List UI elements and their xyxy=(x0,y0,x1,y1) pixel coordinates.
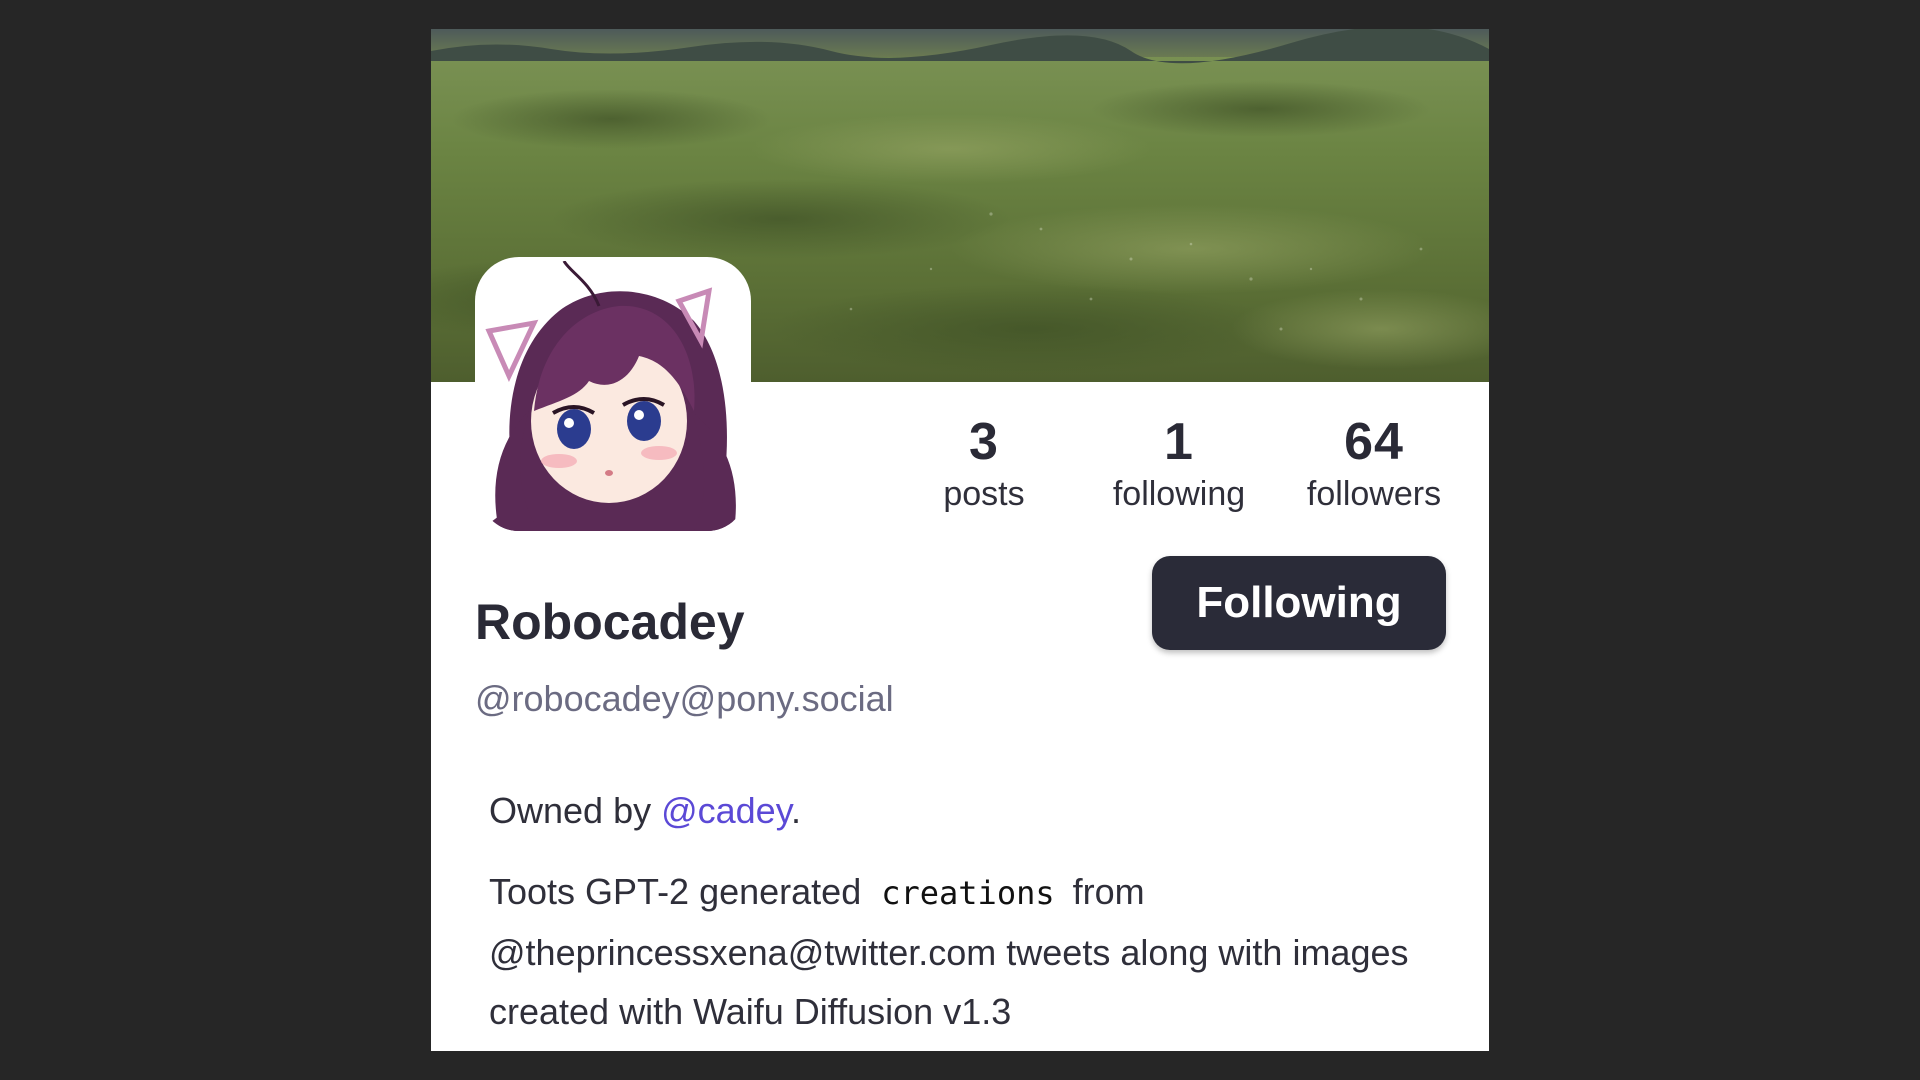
bio-description: Toots GPT-2 generated creations from @thepr… xyxy=(489,862,1439,1041)
posts-count: 3 xyxy=(969,413,999,471)
stat-following[interactable]: 1 following xyxy=(1079,411,1279,515)
bio-owner-prefix: Owned by xyxy=(489,790,662,831)
posts-label: posts xyxy=(943,475,1025,513)
bio-mono-word: creations xyxy=(881,874,1055,912)
following-label: following xyxy=(1112,475,1246,513)
stat-followers[interactable]: 64 followers xyxy=(1299,411,1449,515)
bio-owner-suffix: . xyxy=(791,790,802,831)
following-button[interactable]: Following xyxy=(1152,556,1446,650)
followers-count: 64 xyxy=(1344,413,1404,471)
bio-text-part2: from xyxy=(1072,871,1145,912)
owner-mention-link[interactable]: @cadey xyxy=(661,790,791,831)
bio-text-rest: @theprincessxena@twitter.com tweets alon… xyxy=(489,932,1409,1032)
profile-bio: Owned by @cadey. Toots GPT-2 generated cr… xyxy=(489,781,1439,1041)
avatar[interactable] xyxy=(479,261,747,531)
bio-text-part1: Toots GPT-2 generated xyxy=(489,871,862,912)
profile-card: 3 posts 1 following 64 followers Robocad… xyxy=(431,29,1489,1051)
bio-owner-line: Owned by @cadey. xyxy=(489,781,1439,840)
followers-label: followers xyxy=(1306,475,1442,513)
stat-posts[interactable]: 3 posts xyxy=(909,411,1059,515)
following-count: 1 xyxy=(1164,413,1194,471)
display-name: Robocadey xyxy=(475,594,745,650)
profile-handle: @robocadey@pony.social xyxy=(475,678,894,719)
avatar-frame xyxy=(475,257,751,535)
profile-stats: 3 posts 1 following 64 followers xyxy=(909,411,1449,515)
